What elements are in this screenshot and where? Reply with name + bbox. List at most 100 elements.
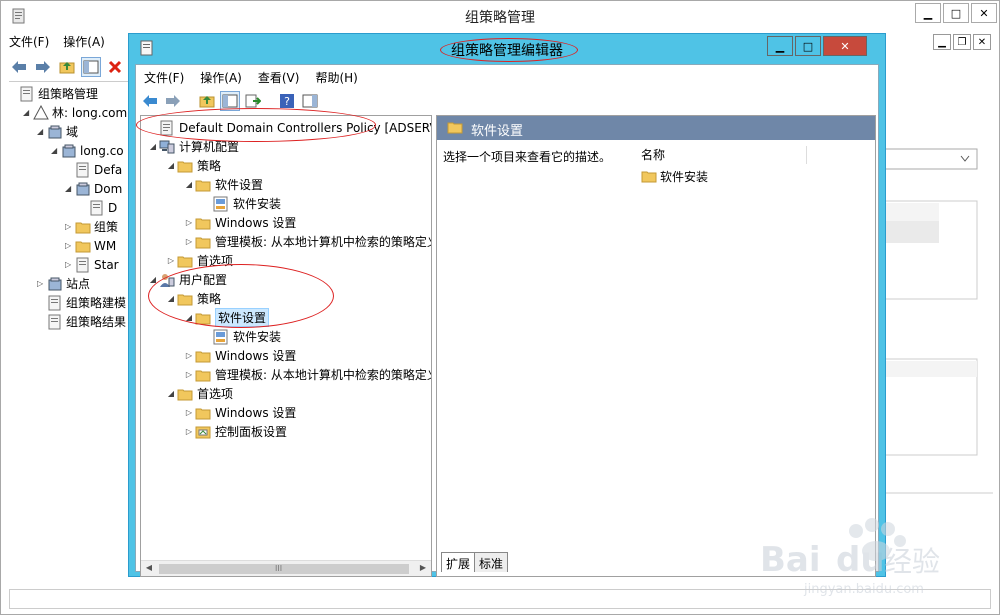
- tab-standard[interactable]: 标准: [474, 552, 509, 572]
- folder-icon: [195, 348, 211, 364]
- tree-item[interactable]: ▷ 管理模板: 从本地计算机中检索的策略定义: [183, 232, 431, 251]
- expand-arrow-icon[interactable]: ▷: [183, 218, 195, 227]
- outer-tree-item-label: Star: [94, 257, 119, 272]
- expand-arrow-icon[interactable]: ▷: [165, 256, 177, 265]
- tree-item[interactable]: ▷ Windows 设置: [183, 213, 296, 232]
- column-header-name[interactable]: 名称: [639, 146, 807, 164]
- outer-tree-item[interactable]: D: [79, 198, 117, 217]
- gpme-close-button[interactable]: ✕: [823, 36, 867, 56]
- tree-item[interactable]: Default Domain Controllers Policy [ADSER…: [147, 118, 431, 137]
- folder-icon: [177, 291, 193, 307]
- tree-item[interactable]: ▷ Windows 设置: [183, 346, 296, 365]
- forward-arrow-icon[interactable]: [33, 57, 53, 77]
- outer-close-button[interactable]: ✕: [971, 3, 997, 23]
- show-console-tree-icon[interactable]: [220, 91, 240, 111]
- collapse-arrow-icon[interactable]: ◢: [183, 180, 195, 189]
- expand-arrow-icon[interactable]: ▷: [183, 351, 195, 360]
- tree-item[interactable]: ◢ 用户配置: [147, 270, 227, 289]
- outer-tree-item[interactable]: ▷ Star: [65, 255, 119, 274]
- outer-child-restore-button[interactable]: ❐: [953, 34, 971, 50]
- collapse-arrow-icon[interactable]: ◢: [147, 142, 159, 151]
- collapse-arrow-icon[interactable]: ◢: [65, 184, 75, 193]
- expand-arrow-icon[interactable]: ▷: [183, 370, 195, 379]
- outer-tree-item[interactable]: ◢ Dom: [65, 179, 122, 198]
- expand-arrow-icon[interactable]: ▷: [183, 237, 195, 246]
- expand-arrow-icon[interactable]: ▷: [183, 408, 195, 417]
- expand-arrow-icon[interactable]: ▷: [65, 222, 75, 231]
- forward-arrow-icon[interactable]: [163, 91, 183, 111]
- up-folder-icon[interactable]: [57, 57, 77, 77]
- tree-item[interactable]: 软件安装: [201, 194, 281, 213]
- tree-item[interactable]: ◢ 策略: [165, 156, 221, 175]
- tree-item-label: 软件安装: [233, 330, 282, 344]
- folder-icon: [177, 386, 193, 402]
- scroll-left-icon[interactable]: ◀: [143, 563, 155, 575]
- gpo-icon: [47, 314, 63, 330]
- gpme-tree-pane: Default Domain Controllers Policy [ADSER…: [140, 115, 432, 577]
- gpme-details-pane: 软件设置 选择一个项目来查看它的描述。 名称 软件安装 扩展 标准: [436, 115, 876, 577]
- outer-tree-item-label: 林: long.com: [52, 106, 128, 120]
- outer-tree-item[interactable]: ◢ 域: [37, 122, 78, 141]
- tree-item[interactable]: 软件安装: [201, 327, 281, 346]
- outer-tree-item[interactable]: 组策略管理: [9, 84, 98, 103]
- outer-tree-item-label: 组策略管理: [38, 87, 99, 101]
- tree-item[interactable]: ▷ 控制面板设置: [183, 422, 287, 441]
- outer-tree-item[interactable]: 组策略结果: [37, 312, 126, 331]
- scroll-right-icon[interactable]: ▶: [417, 563, 429, 575]
- back-arrow-icon[interactable]: [9, 57, 29, 77]
- tree-item[interactable]: ◢ 策略: [165, 289, 221, 308]
- details-header: 软件设置: [437, 116, 875, 140]
- outer-tree-item[interactable]: 组策略建模: [37, 293, 126, 312]
- list-item[interactable]: 软件安装: [641, 168, 708, 185]
- show-console-tree-icon[interactable]: [81, 57, 101, 77]
- outer-menu-file[interactable]: 文件(F): [9, 33, 49, 53]
- gpme-maximize-button[interactable]: □: [795, 36, 821, 56]
- outer-minimize-button[interactable]: ▁: [915, 3, 941, 23]
- tree-item[interactable]: ▷ Windows 设置: [183, 403, 296, 422]
- expand-arrow-icon[interactable]: ▷: [65, 260, 75, 269]
- tab-extended[interactable]: 扩展: [441, 552, 476, 572]
- tree-item[interactable]: ◢ 计算机配置: [147, 137, 239, 156]
- collapse-arrow-icon[interactable]: ◢: [183, 313, 195, 322]
- outer-tree-item[interactable]: ◢ long.co: [51, 141, 124, 160]
- back-arrow-icon[interactable]: [140, 91, 160, 111]
- collapse-arrow-icon[interactable]: ◢: [23, 108, 33, 117]
- gpme-menu-help[interactable]: 帮助(H): [315, 69, 357, 87]
- outer-child-minimize-button[interactable]: ▁: [933, 34, 951, 50]
- expand-arrow-icon[interactable]: ▷: [183, 427, 195, 436]
- outer-tree-item[interactable]: ◢ 林: long.com: [23, 103, 127, 122]
- collapse-arrow-icon[interactable]: ◢: [37, 127, 47, 136]
- expand-arrow-icon[interactable]: ▷: [37, 279, 47, 288]
- scroll-thumb[interactable]: [159, 564, 409, 574]
- tree-item[interactable]: ▷ 管理模板: 从本地计算机中检索的策略定义: [183, 365, 431, 384]
- collapse-arrow-icon[interactable]: ◢: [165, 294, 177, 303]
- tree-item-label: Windows 设置: [215, 216, 297, 230]
- tree-item[interactable]: ▷ 首选项: [165, 251, 233, 270]
- outer-tree-item[interactable]: ▷ 组策: [65, 217, 118, 236]
- gpme-menu-action[interactable]: 操作(A): [200, 69, 242, 87]
- collapse-arrow-icon[interactable]: ◢: [165, 161, 177, 170]
- show-action-pane-icon[interactable]: [300, 91, 320, 111]
- up-folder-icon[interactable]: [197, 91, 217, 111]
- gpme-minimize-button[interactable]: ▁: [767, 36, 793, 56]
- outer-maximize-button[interactable]: □: [943, 3, 969, 23]
- expand-arrow-icon[interactable]: ▷: [65, 241, 75, 250]
- outer-tree-item[interactable]: ▷ 站点: [37, 274, 90, 293]
- outer-tree-item[interactable]: ▷ WM: [65, 236, 116, 255]
- export-list-icon[interactable]: [243, 91, 263, 111]
- outer-tree-item[interactable]: Defa: [65, 160, 122, 179]
- outer-tree-item-label: 站点: [66, 277, 91, 291]
- tree-item[interactable]: ◢ 软件设置: [183, 308, 270, 327]
- tree-item[interactable]: ◢ 软件设置: [183, 175, 263, 194]
- gpme-menu-view[interactable]: 查看(V): [258, 69, 300, 87]
- outer-child-close-button[interactable]: ✕: [973, 34, 991, 50]
- collapse-arrow-icon[interactable]: ◢: [165, 389, 177, 398]
- tree-horizontal-scrollbar[interactable]: ◀ III ▶: [141, 560, 431, 576]
- help-icon[interactable]: ?: [277, 91, 297, 111]
- gpme-menu-file[interactable]: 文件(F): [144, 69, 184, 87]
- collapse-arrow-icon[interactable]: ◢: [51, 146, 61, 155]
- outer-menu-action[interactable]: 操作(A): [63, 33, 105, 53]
- collapse-arrow-icon[interactable]: ◢: [147, 275, 159, 284]
- tree-item[interactable]: ◢ 首选项: [165, 384, 233, 403]
- delete-icon[interactable]: [105, 57, 125, 77]
